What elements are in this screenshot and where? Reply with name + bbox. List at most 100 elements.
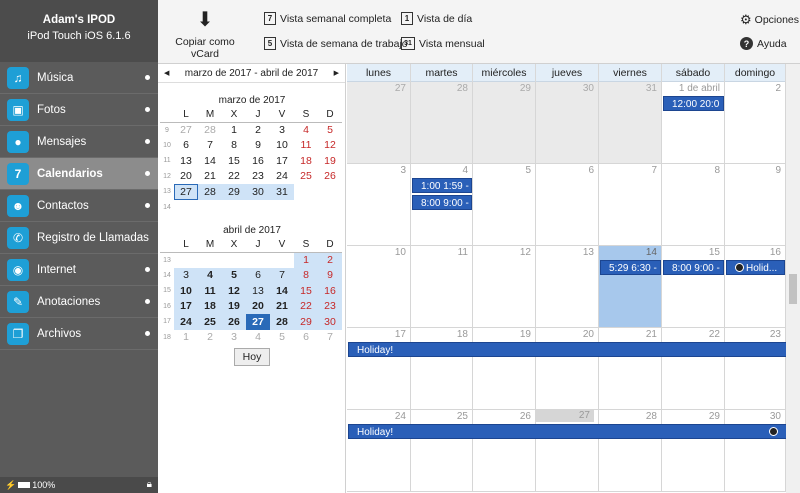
mini-day[interactable]: 5 [318, 122, 342, 138]
mini-day[interactable]: 2 [198, 330, 222, 346]
prev-arrow-icon[interactable]: ◀ [164, 69, 169, 77]
day-cell[interactable]: 19 [473, 328, 536, 410]
calendar-event[interactable]: 5:29 6:30 - [600, 260, 661, 275]
day-cell[interactable]: 24 [347, 410, 411, 492]
mini-day[interactable]: 25 [294, 169, 318, 185]
day-cell[interactable]: 29 [473, 82, 536, 164]
vertical-scrollbar[interactable] [786, 64, 800, 493]
mini-day[interactable]: 10 [270, 138, 294, 154]
day-cell[interactable]: 16 [725, 246, 786, 328]
day-cell[interactable]: 1 de abril [662, 82, 725, 164]
mini-day[interactable]: 18 [294, 153, 318, 169]
sidebar-item-photos[interactable]: ▣ Fotos [0, 94, 158, 126]
day-cell[interactable]: 10 [347, 246, 411, 328]
day-cell[interactable]: 21 [599, 328, 662, 410]
day-cell[interactable]: 28 [599, 410, 662, 492]
sidebar-item-calendars[interactable]: 7 Calendarios [0, 158, 158, 190]
calendar-event[interactable]: 8:00 9:00 - [663, 260, 724, 275]
day-cell[interactable]: 27 [536, 410, 599, 492]
day-cell[interactable]: 29 [662, 410, 725, 492]
mini-day[interactable]: 28 [198, 184, 222, 200]
options-button[interactable]: ⚙ Opciones [740, 12, 799, 28]
sidebar-item-files[interactable]: ❐ Archivos [0, 318, 158, 350]
day-cell[interactable]: 5 [473, 164, 536, 246]
day-cell[interactable]: 9 [725, 164, 786, 246]
month-view-button[interactable]: 31 Vista mensual [401, 37, 485, 50]
day-cell[interactable]: 18 [411, 328, 473, 410]
mini-day[interactable]: 22 [294, 298, 318, 314]
mini-day[interactable]: 19 [222, 298, 246, 314]
mini-day[interactable]: 8 [294, 267, 318, 283]
day-cell[interactable]: 2 [725, 82, 786, 164]
mini-day[interactable]: 7 [198, 138, 222, 154]
mini-day[interactable]: 30 [246, 184, 270, 200]
day-cell[interactable]: 14 [599, 246, 662, 328]
mini-day[interactable]: 2 [246, 122, 270, 138]
mini-day[interactable]: 24 [174, 314, 198, 330]
mini-day[interactable]: 27 [246, 314, 270, 330]
mini-day[interactable]: 3 [222, 330, 246, 346]
mini-day[interactable]: 12 [318, 138, 342, 154]
calendar-event[interactable]: Holid... [726, 260, 785, 275]
next-arrow-icon[interactable]: ▶ [334, 69, 339, 77]
scrollbar-thumb[interactable] [789, 274, 797, 304]
mini-day[interactable]: 3 [174, 267, 198, 283]
day-cell[interactable]: 22 [662, 328, 725, 410]
mini-day[interactable]: 14 [270, 283, 294, 299]
mini-day[interactable]: 1 [294, 252, 318, 268]
mini-day[interactable]: 14 [198, 153, 222, 169]
mini-day[interactable]: 27 [174, 184, 198, 200]
mini-day[interactable]: 25 [198, 314, 222, 330]
mini-day[interactable]: 29 [222, 184, 246, 200]
mini-day[interactable]: 16 [318, 283, 342, 299]
day-cell[interactable]: 25 [411, 410, 473, 492]
mini-day[interactable]: 21 [198, 169, 222, 185]
mini-day[interactable]: 6 [246, 267, 270, 283]
help-button[interactable]: ? Ayuda [740, 37, 787, 50]
mini-day[interactable]: 19 [318, 153, 342, 169]
day-cell[interactable]: 13 [536, 246, 599, 328]
day-cell[interactable]: 27 [347, 82, 411, 164]
day-cell[interactable]: 7 [599, 164, 662, 246]
sidebar-item-internet[interactable]: ◉ Internet [0, 254, 158, 286]
mini-day[interactable]: 29 [294, 314, 318, 330]
day-cell[interactable]: 6 [536, 164, 599, 246]
mini-day[interactable]: 28 [198, 122, 222, 138]
mini-day[interactable]: 18 [198, 298, 222, 314]
day-cell[interactable]: 23 [725, 328, 786, 410]
mini-day[interactable]: 17 [270, 153, 294, 169]
copy-vcard-button[interactable]: ⬇ Copiar como vCard [162, 8, 248, 60]
mini-day[interactable]: 8 [222, 138, 246, 154]
day-cell[interactable]: 8 [662, 164, 725, 246]
full-week-view-button[interactable]: 7 Vista semanal completa [264, 12, 391, 25]
day-view-button[interactable]: 1 Vista de día [401, 12, 472, 25]
mini-day[interactable]: 21 [270, 298, 294, 314]
mini-day[interactable]: 22 [222, 169, 246, 185]
sidebar-item-contacts[interactable]: ☻ Contactos [0, 190, 158, 222]
day-cell[interactable]: 17 [347, 328, 411, 410]
mini-day[interactable]: 24 [270, 169, 294, 185]
mini-day[interactable]: 27 [174, 122, 198, 138]
calendar-event[interactable]: Holiday! [348, 424, 787, 439]
sidebar-item-messages[interactable]: ● Mensajes [0, 126, 158, 158]
mini-day[interactable]: 17 [174, 298, 198, 314]
mini-day[interactable]: 16 [246, 153, 270, 169]
mini-day[interactable]: 26 [222, 314, 246, 330]
mini-day[interactable]: 6 [174, 138, 198, 154]
mini-day[interactable]: 12 [222, 283, 246, 299]
today-button[interactable]: Hoy [234, 348, 270, 366]
mini-day[interactable]: 13 [246, 283, 270, 299]
day-cell[interactable]: 28 [411, 82, 473, 164]
mini-day[interactable]: 23 [318, 298, 342, 314]
sidebar-item-call-log[interactable]: ✆ Registro de Llamadas [0, 222, 158, 254]
mini-day[interactable]: 15 [222, 153, 246, 169]
day-cell[interactable]: 12 [473, 246, 536, 328]
mini-day[interactable]: 4 [198, 267, 222, 283]
mini-day[interactable]: 4 [294, 122, 318, 138]
mini-day[interactable]: 1 [174, 330, 198, 346]
mini-day[interactable]: 4 [246, 330, 270, 346]
day-cell[interactable]: 20 [536, 328, 599, 410]
mini-day[interactable]: 1 [222, 122, 246, 138]
day-cell[interactable]: 11 [411, 246, 473, 328]
mini-day[interactable]: 31 [270, 184, 294, 200]
